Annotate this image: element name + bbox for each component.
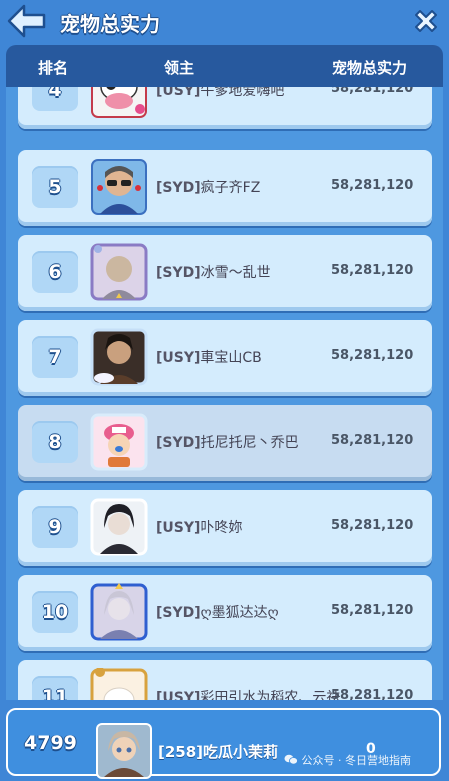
pet-power-value: 58,281,120 xyxy=(331,263,414,278)
player-name: 疯子齐FZ xyxy=(200,180,261,196)
table-header: 排名 领主 宠物总实力 xyxy=(6,45,443,87)
player-name: 托尼托尼丶乔巴 xyxy=(200,435,299,451)
my-ranking-bar: 4799 [258]吃瓜小茉莉 0 公众号 · 冬日营地指南 xyxy=(6,708,441,779)
owner-name: [USY]牛爹地爱嗨吧 xyxy=(156,87,284,100)
page-title: 宠物总实力 xyxy=(60,12,160,36)
ranking-row[interactable]: 5 [SYD]疯子齐FZ 58,281,120 xyxy=(18,150,432,226)
player-name: ღ墨狐达达ღ xyxy=(200,605,279,621)
owner-name: [USY]卟咚妳 xyxy=(156,517,242,537)
pet-power-value: 58,281,120 xyxy=(331,348,414,363)
back-button[interactable] xyxy=(6,2,48,40)
back-arrow-icon xyxy=(7,4,46,38)
rank-number: 11 xyxy=(41,686,69,700)
my-avatar[interactable] xyxy=(96,723,152,779)
rank-badge: 5 xyxy=(32,166,78,208)
rank-badge: 9 xyxy=(32,506,78,548)
player-name: 牛爹地爱嗨吧 xyxy=(200,87,285,99)
column-header-power: 宠物总实力 xyxy=(332,59,408,77)
watermark-text: 公众号 · 冬日营地指南 xyxy=(301,754,412,767)
rank-badge: 8 xyxy=(32,421,78,463)
avatar xyxy=(90,158,148,216)
pet-power-value: 58,281,120 xyxy=(331,433,414,448)
rank-number: 10 xyxy=(41,601,69,623)
ranking-row[interactable]: 8 [SYD]托尼托尼丶乔巴 58,281,120 xyxy=(18,405,432,481)
owner-name: [USY]車宝山CB xyxy=(156,347,262,367)
rank-number: 8 xyxy=(48,431,62,453)
ranking-row[interactable]: 11 [USY]彩田引水为稻农、云祛 58,281,120 xyxy=(18,660,432,700)
rank-number: 7 xyxy=(48,346,62,368)
ranking-list[interactable]: 4 [USY]牛爹地爱嗨吧 58,281,120 5 [SYD]疯子齐FZ 58… xyxy=(6,87,443,700)
avatar xyxy=(90,328,148,386)
avatar xyxy=(90,498,148,556)
close-button[interactable] xyxy=(411,6,441,36)
pet-power-value: 58,281,120 xyxy=(331,518,414,533)
rank-badge: 6 xyxy=(32,251,78,293)
guild-tag: [SYD] xyxy=(156,180,201,196)
player-name: 彩田引水为稻农、云祛 xyxy=(200,690,341,700)
player-name: 車宝山CB xyxy=(200,350,262,366)
guild-tag: [USY] xyxy=(156,520,201,536)
rank-number: 6 xyxy=(48,261,62,283)
rank-number: 9 xyxy=(48,516,62,538)
avatar xyxy=(90,583,148,641)
avatar xyxy=(90,87,148,119)
player-name: 卟咚妳 xyxy=(200,520,243,536)
rank-badge: 4 xyxy=(32,87,78,111)
wechat-icon xyxy=(284,754,298,765)
guild-tag: [USY] xyxy=(156,690,201,700)
pet-power-value: 58,281,120 xyxy=(331,688,414,700)
owner-name: [USY]彩田引水为稻农、云祛 xyxy=(156,687,340,700)
column-header-owner: 领主 xyxy=(164,59,195,77)
avatar xyxy=(90,243,148,301)
my-rank-number: 4799 xyxy=(24,732,77,754)
guild-tag: [USY] xyxy=(156,350,201,366)
watermark: 公众号 · 冬日营地指南 xyxy=(284,752,411,768)
owner-name: [SYD]托尼托尼丶乔巴 xyxy=(156,432,299,452)
owner-name: [SYD]ღ墨狐达达ღ xyxy=(156,602,279,622)
my-player-name: [258]吃瓜小茉莉 xyxy=(158,743,279,761)
rank-badge: 11 xyxy=(32,676,78,700)
ranking-row[interactable]: 4 [USY]牛爹地爱嗨吧 58,281,120 xyxy=(18,87,432,129)
close-x-icon xyxy=(415,10,437,32)
avatar xyxy=(90,413,148,471)
pet-power-value: 58,281,120 xyxy=(331,603,414,618)
guild-tag: [SYD] xyxy=(156,605,201,621)
top-bar: 宠物总实力 xyxy=(0,0,449,46)
owner-name: [SYD]疯子齐FZ xyxy=(156,177,260,197)
ranking-row[interactable]: 9 [USY]卟咚妳 58,281,120 xyxy=(18,490,432,566)
rank-number: 4 xyxy=(48,87,62,101)
guild-tag: [SYD] xyxy=(156,435,201,451)
rank-number: 5 xyxy=(48,176,62,198)
guild-tag: [USY] xyxy=(156,87,201,99)
pet-power-value: 58,281,120 xyxy=(331,178,414,193)
ranking-row[interactable]: 6 [SYD]冰雪～乱世 58,281,120 xyxy=(18,235,432,311)
column-header-rank: 排名 xyxy=(38,59,69,77)
player-name: 冰雪～乱世 xyxy=(200,265,271,281)
ranking-row[interactable]: 10 [SYD]ღ墨狐达达ღ 58,281,120 xyxy=(18,575,432,651)
rank-badge: 7 xyxy=(32,336,78,378)
guild-tag: [SYD] xyxy=(156,265,201,281)
avatar xyxy=(90,667,148,700)
rank-badge: 10 xyxy=(32,591,78,633)
ranking-row[interactable]: 7 [USY]車宝山CB 58,281,120 xyxy=(18,320,432,396)
pet-power-value: 58,281,120 xyxy=(331,87,414,96)
owner-name: [SYD]冰雪～乱世 xyxy=(156,262,271,282)
